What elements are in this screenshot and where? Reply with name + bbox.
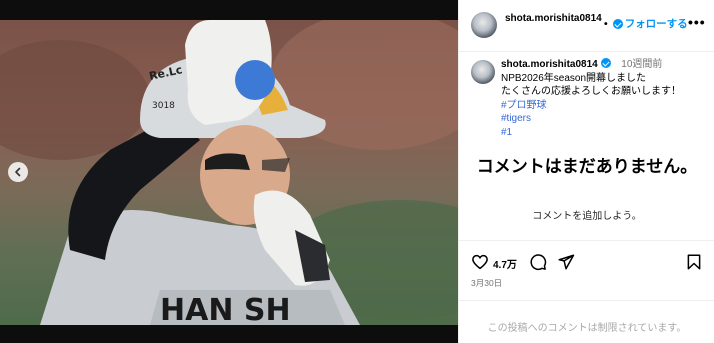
caption-line-2: たくさんの応援よろしくお願いします！ <box>501 86 681 98</box>
hashtag-link[interactable]: #1 <box>501 127 512 138</box>
add-comment-prompt: コメントを追加しよう。 <box>532 211 642 222</box>
follow-button[interactable]: • フォローする <box>604 16 688 31</box>
caption-time[interactable]: 10週間前 <box>621 59 662 70</box>
caption-avatar[interactable] <box>471 60 495 84</box>
jersey-lettering: HAN SH <box>160 293 291 325</box>
player-illustration: HAN SH Re.Lc 3018 <box>0 20 458 325</box>
hashtag-link[interactable]: #tigers <box>501 113 531 124</box>
caption-line-1: NPB2026年season開幕しました <box>501 72 647 84</box>
verified-badge-icon <box>600 58 611 68</box>
media-letterbox-top <box>0 0 458 20</box>
hashtag-link[interactable]: #プロ野球 <box>501 100 547 111</box>
chevron-left-icon <box>15 167 21 177</box>
avatar[interactable] <box>471 12 497 38</box>
post-header: shota.morishita0814 • フォローする ••• <box>459 0 714 52</box>
header-username[interactable]: shota.morishita0814 <box>505 12 605 25</box>
share-icon[interactable] <box>557 253 575 271</box>
caption-username[interactable]: shota.morishita0814 <box>501 59 598 70</box>
post-media: HAN SH Re.Lc 3018 <box>0 0 458 343</box>
follow-label: フォローする <box>624 18 688 30</box>
helmet-number: 3018 <box>152 101 175 111</box>
post-actions: 4.7万 3月30日 <box>459 240 714 300</box>
post-date[interactable]: 3月30日 <box>471 277 502 289</box>
more-options-icon[interactable]: ••• <box>688 14 706 30</box>
comment-icon[interactable] <box>529 253 547 271</box>
comments-restricted-text: この投稿へのコメントは制限されています。 <box>487 323 687 334</box>
post-caption: shota.morishita0814 10週間前 NPB2026年season… <box>501 58 709 140</box>
verified-badge-icon <box>612 18 623 29</box>
like-count[interactable]: 4.7万 <box>493 256 517 271</box>
comment-footer: この投稿へのコメントは制限されています。 <box>459 300 714 343</box>
media-letterbox-bottom <box>0 325 458 343</box>
bookmark-icon[interactable] <box>685 253 703 271</box>
heart-icon[interactable] <box>471 253 489 271</box>
post-photo[interactable]: HAN SH Re.Lc 3018 <box>0 20 458 325</box>
separator-dot: • <box>604 17 608 30</box>
no-comments-title: コメントはまだありません。 <box>476 157 698 176</box>
previous-image-button[interactable] <box>8 162 28 182</box>
post-side-panel: shota.morishita0814 • フォローする ••• shota.m… <box>458 0 714 343</box>
